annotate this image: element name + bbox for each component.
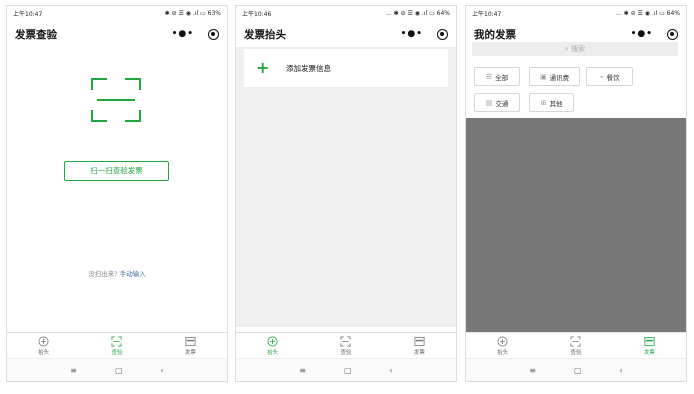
system-nav-bar: ≡ ▢ ‹ xyxy=(7,358,227,381)
more-menu-icon[interactable]: •●• xyxy=(172,29,194,39)
tab-verify-label: 查验 xyxy=(340,349,352,356)
invoice-icon xyxy=(414,336,425,347)
tab-header-label: 抬头 xyxy=(267,349,279,356)
filter-telecom[interactable]: ▣ 通讯费 xyxy=(529,67,580,86)
grid-icon: ⊞ xyxy=(540,98,547,107)
tab-verify[interactable]: 查验 xyxy=(539,333,612,358)
filter-telecom-label: 通讯费 xyxy=(549,73,570,82)
back-icon[interactable]: ‹ xyxy=(620,366,623,375)
status-icons: ... ✱ ⊘ ☰ ◉ .ıl ▭ 64% xyxy=(616,10,680,17)
tab-invoice-label: 发票 xyxy=(184,349,196,356)
status-icons: ... ✱ ⊘ ☰ ◉ .ıl ▭ 64% xyxy=(386,10,450,17)
scan-icon xyxy=(570,336,581,347)
nav-bar: 发票查验 •●• xyxy=(7,21,227,47)
tab-bar: 抬头 查验 发票 xyxy=(7,332,227,358)
filter-other-label: 其他 xyxy=(549,99,563,108)
tab-invoice[interactable]: 发票 xyxy=(154,333,227,358)
scan-icon xyxy=(340,336,351,347)
status-time: 上午10:46 xyxy=(242,11,272,18)
dining-icon: ⌁ xyxy=(599,72,604,81)
home-icon[interactable]: ▢ xyxy=(574,366,582,375)
plus-circle-icon xyxy=(38,336,49,347)
close-miniprogram-icon[interactable] xyxy=(667,28,678,40)
tab-verify-label: 查验 xyxy=(111,349,123,356)
scan-frame-icon xyxy=(91,78,141,122)
status-bar: 上午10:47 ... ✱ ⊘ ☰ ◉ .ıl ▭ 64% xyxy=(466,6,686,21)
plus-circle-icon xyxy=(267,336,278,347)
invoice-icon xyxy=(185,336,196,347)
tab-bar: 抬头 查验 发票 xyxy=(466,332,686,358)
tab-invoice-label: 发票 xyxy=(413,349,425,356)
filter-all[interactable]: ☰ 全部 xyxy=(474,67,520,86)
tab-invoice[interactable]: 发票 xyxy=(383,333,456,358)
filter-all-label: 全部 xyxy=(495,73,509,82)
search-placeholder: 搜索 xyxy=(571,45,586,53)
phone-screen-header: 上午10:46 ... ✱ ⊘ ☰ ◉ .ıl ▭ 64% 发票抬头 •●• +… xyxy=(235,5,457,382)
status-bar: 上午10:46 ... ✱ ⊘ ☰ ◉ .ıl ▭ 64% xyxy=(236,6,456,21)
status-bar: 上午10:47 ✱ ⊘ ☰ ◉ .ıl ▭ 63% xyxy=(7,6,227,21)
tab-header-label: 抬头 xyxy=(497,349,509,356)
tab-header[interactable]: 抬头 xyxy=(236,333,309,358)
close-miniprogram-icon[interactable] xyxy=(208,28,219,40)
more-menu-icon[interactable]: •●• xyxy=(631,29,653,39)
tab-invoice-label: 发票 xyxy=(643,349,655,356)
phone-screen-my-invoices: 上午10:47 ... ✱ ⊘ ☰ ◉ .ıl ▭ 64% 我的发票 •●• ⌕… xyxy=(465,5,687,382)
more-menu-icon[interactable]: •●• xyxy=(401,29,423,39)
tab-verify-label: 查验 xyxy=(570,349,582,356)
nav-bar: 发票抬头 •●• xyxy=(236,21,456,47)
list-icon: ☰ xyxy=(485,72,493,81)
menu-icon[interactable]: ≡ xyxy=(70,366,77,375)
page-title: 我的发票 xyxy=(474,28,516,41)
tab-invoice[interactable]: 发票 xyxy=(613,333,686,358)
menu-icon[interactable]: ≡ xyxy=(299,366,306,375)
filter-dining[interactable]: ⌁ 餐饮 xyxy=(586,67,633,86)
manual-input-link[interactable]: 手动输入 xyxy=(120,270,146,278)
phone-screen-verify: 上午10:47 ✱ ⊘ ☰ ◉ .ıl ▭ 63% 发票查验 •●• 扫一扫查验… xyxy=(6,5,228,382)
filter-other[interactable]: ⊞ 其他 xyxy=(529,93,574,112)
page-title: 发票查验 xyxy=(15,28,57,41)
menu-icon[interactable]: ≡ xyxy=(529,366,536,375)
status-icons: ✱ ⊘ ☰ ◉ .ıl ▭ 63% xyxy=(164,10,221,17)
filter-transport[interactable]: ▤ 交通 xyxy=(474,93,520,112)
system-nav-bar: ≡ ▢ ‹ xyxy=(236,358,456,381)
tab-header-label: 抬头 xyxy=(38,349,50,356)
home-icon[interactable]: ▢ xyxy=(344,366,352,375)
close-miniprogram-icon[interactable] xyxy=(437,28,448,40)
bus-icon: ▤ xyxy=(485,98,493,107)
plus-circle-icon xyxy=(497,336,508,347)
scan-invoice-button[interactable]: 扫一扫查验发票 xyxy=(64,161,169,181)
filter-transport-label: 交通 xyxy=(495,99,509,108)
add-invoice-info-button[interactable]: + 添加发票信息 xyxy=(244,49,448,87)
plus-icon: + xyxy=(256,58,270,77)
content-background xyxy=(236,47,456,327)
home-icon[interactable]: ▢ xyxy=(115,366,123,375)
filter-dining-label: 餐饮 xyxy=(606,73,620,82)
tab-verify[interactable]: 查验 xyxy=(80,333,153,358)
system-nav-bar: ≡ ▢ ‹ xyxy=(466,358,686,381)
manual-input-hint: 没扫出来? 手动输入 xyxy=(7,268,227,278)
phone-icon: ▣ xyxy=(539,72,547,81)
status-time: 上午10:47 xyxy=(472,11,502,18)
tab-header[interactable]: 抬头 xyxy=(7,333,80,358)
tab-bar: 抬头 查验 发票 xyxy=(236,332,456,358)
search-icon: ⌕ xyxy=(564,45,569,53)
invoice-icon xyxy=(644,336,655,347)
page-title: 发票抬头 xyxy=(244,28,286,41)
back-icon[interactable]: ‹ xyxy=(161,366,164,375)
status-time: 上午10:47 xyxy=(13,11,43,18)
content-placeholder-area xyxy=(466,118,686,332)
tab-verify[interactable]: 查验 xyxy=(309,333,382,358)
scan-icon xyxy=(111,336,122,347)
manual-input-prefix: 没扫出来? xyxy=(88,270,118,278)
tab-header[interactable]: 抬头 xyxy=(466,333,539,358)
add-invoice-info-label: 添加发票信息 xyxy=(286,63,331,73)
back-icon[interactable]: ‹ xyxy=(390,366,393,375)
search-input[interactable]: ⌕ 搜索 xyxy=(472,42,678,56)
